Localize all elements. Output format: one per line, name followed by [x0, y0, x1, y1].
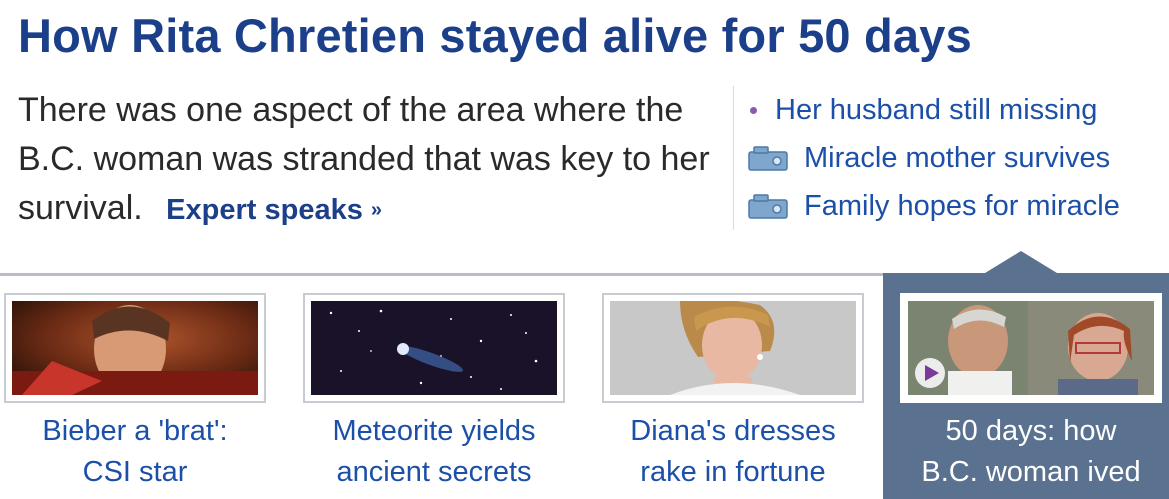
caption-line-2: CSI star [82, 456, 188, 488]
expert-speaks-link[interactable]: Expert speaks » [166, 194, 382, 226]
caption-line-1: Bieber a 'brat': [42, 415, 228, 447]
carousel-top-rule [0, 273, 883, 276]
related-item: Miracle mother survives [748, 134, 1120, 182]
related-links-list: Her husband still missing Miracle mother… [748, 86, 1120, 230]
carousel-tile-meteorite[interactable]: Meteorite yields ancient secrets [303, 293, 565, 493]
caption-line-1: Meteorite yields [332, 415, 536, 447]
thumbnail-frame [4, 293, 266, 403]
expert-speaks-label: Expert speaks [166, 194, 363, 226]
tile-caption[interactable]: Diana's dresses rake in fortune [602, 411, 864, 493]
bullet-dot-icon [750, 106, 757, 114]
story-summary: There was one aspect of the area where t… [18, 86, 733, 238]
thumbnail-frame [602, 293, 864, 403]
caption-line-1: Diana's dresses [630, 415, 836, 447]
caption-line-2: B.C. woman ived [921, 456, 1141, 488]
tile-caption[interactable]: Meteorite yields ancient secrets [303, 411, 565, 493]
caption-line-2: ancient secrets [336, 456, 532, 488]
caption-line-2: rake in fortune [640, 456, 826, 488]
thumbnail-frame [303, 293, 565, 403]
caption-line-1: 50 days: how [945, 415, 1117, 447]
vertical-divider [733, 86, 734, 230]
carousel-tile-bieber[interactable]: Bieber a 'brat': CSI star [4, 293, 266, 493]
story-carousel: Bieber a 'brat': CSI star Meteorite yiel… [0, 251, 1169, 499]
bieber-thumbnail-image [12, 301, 258, 395]
related-link-family-hopes[interactable]: Family hopes for miracle [804, 190, 1120, 223]
double-chevron-right-icon: » [370, 199, 382, 221]
related-item: Her husband still missing [748, 86, 1120, 134]
carousel-tile-50-days[interactable]: 50 days: how B.C. woman ived [900, 293, 1162, 493]
tile-caption[interactable]: Bieber a 'brat': CSI star [4, 411, 266, 493]
thumbnail-frame [900, 293, 1162, 403]
video-camera-icon [748, 146, 788, 171]
meteorite-thumbnail-image [311, 301, 557, 395]
tile-caption[interactable]: 50 days: how B.C. woman ived [900, 411, 1162, 493]
active-tile-pointer [985, 251, 1057, 273]
video-camera-icon [748, 194, 788, 219]
diana-thumbnail-image [610, 301, 856, 395]
couple-thumbnail-image [908, 301, 1154, 395]
headline[interactable]: How Rita Chretien stayed alive for 50 da… [18, 8, 972, 63]
related-link-husband-missing[interactable]: Her husband still missing [775, 94, 1097, 127]
carousel-tile-diana[interactable]: Diana's dresses rake in fortune [602, 293, 864, 493]
related-item: Family hopes for miracle [748, 182, 1120, 230]
related-link-miracle-mother[interactable]: Miracle mother survives [804, 142, 1110, 175]
